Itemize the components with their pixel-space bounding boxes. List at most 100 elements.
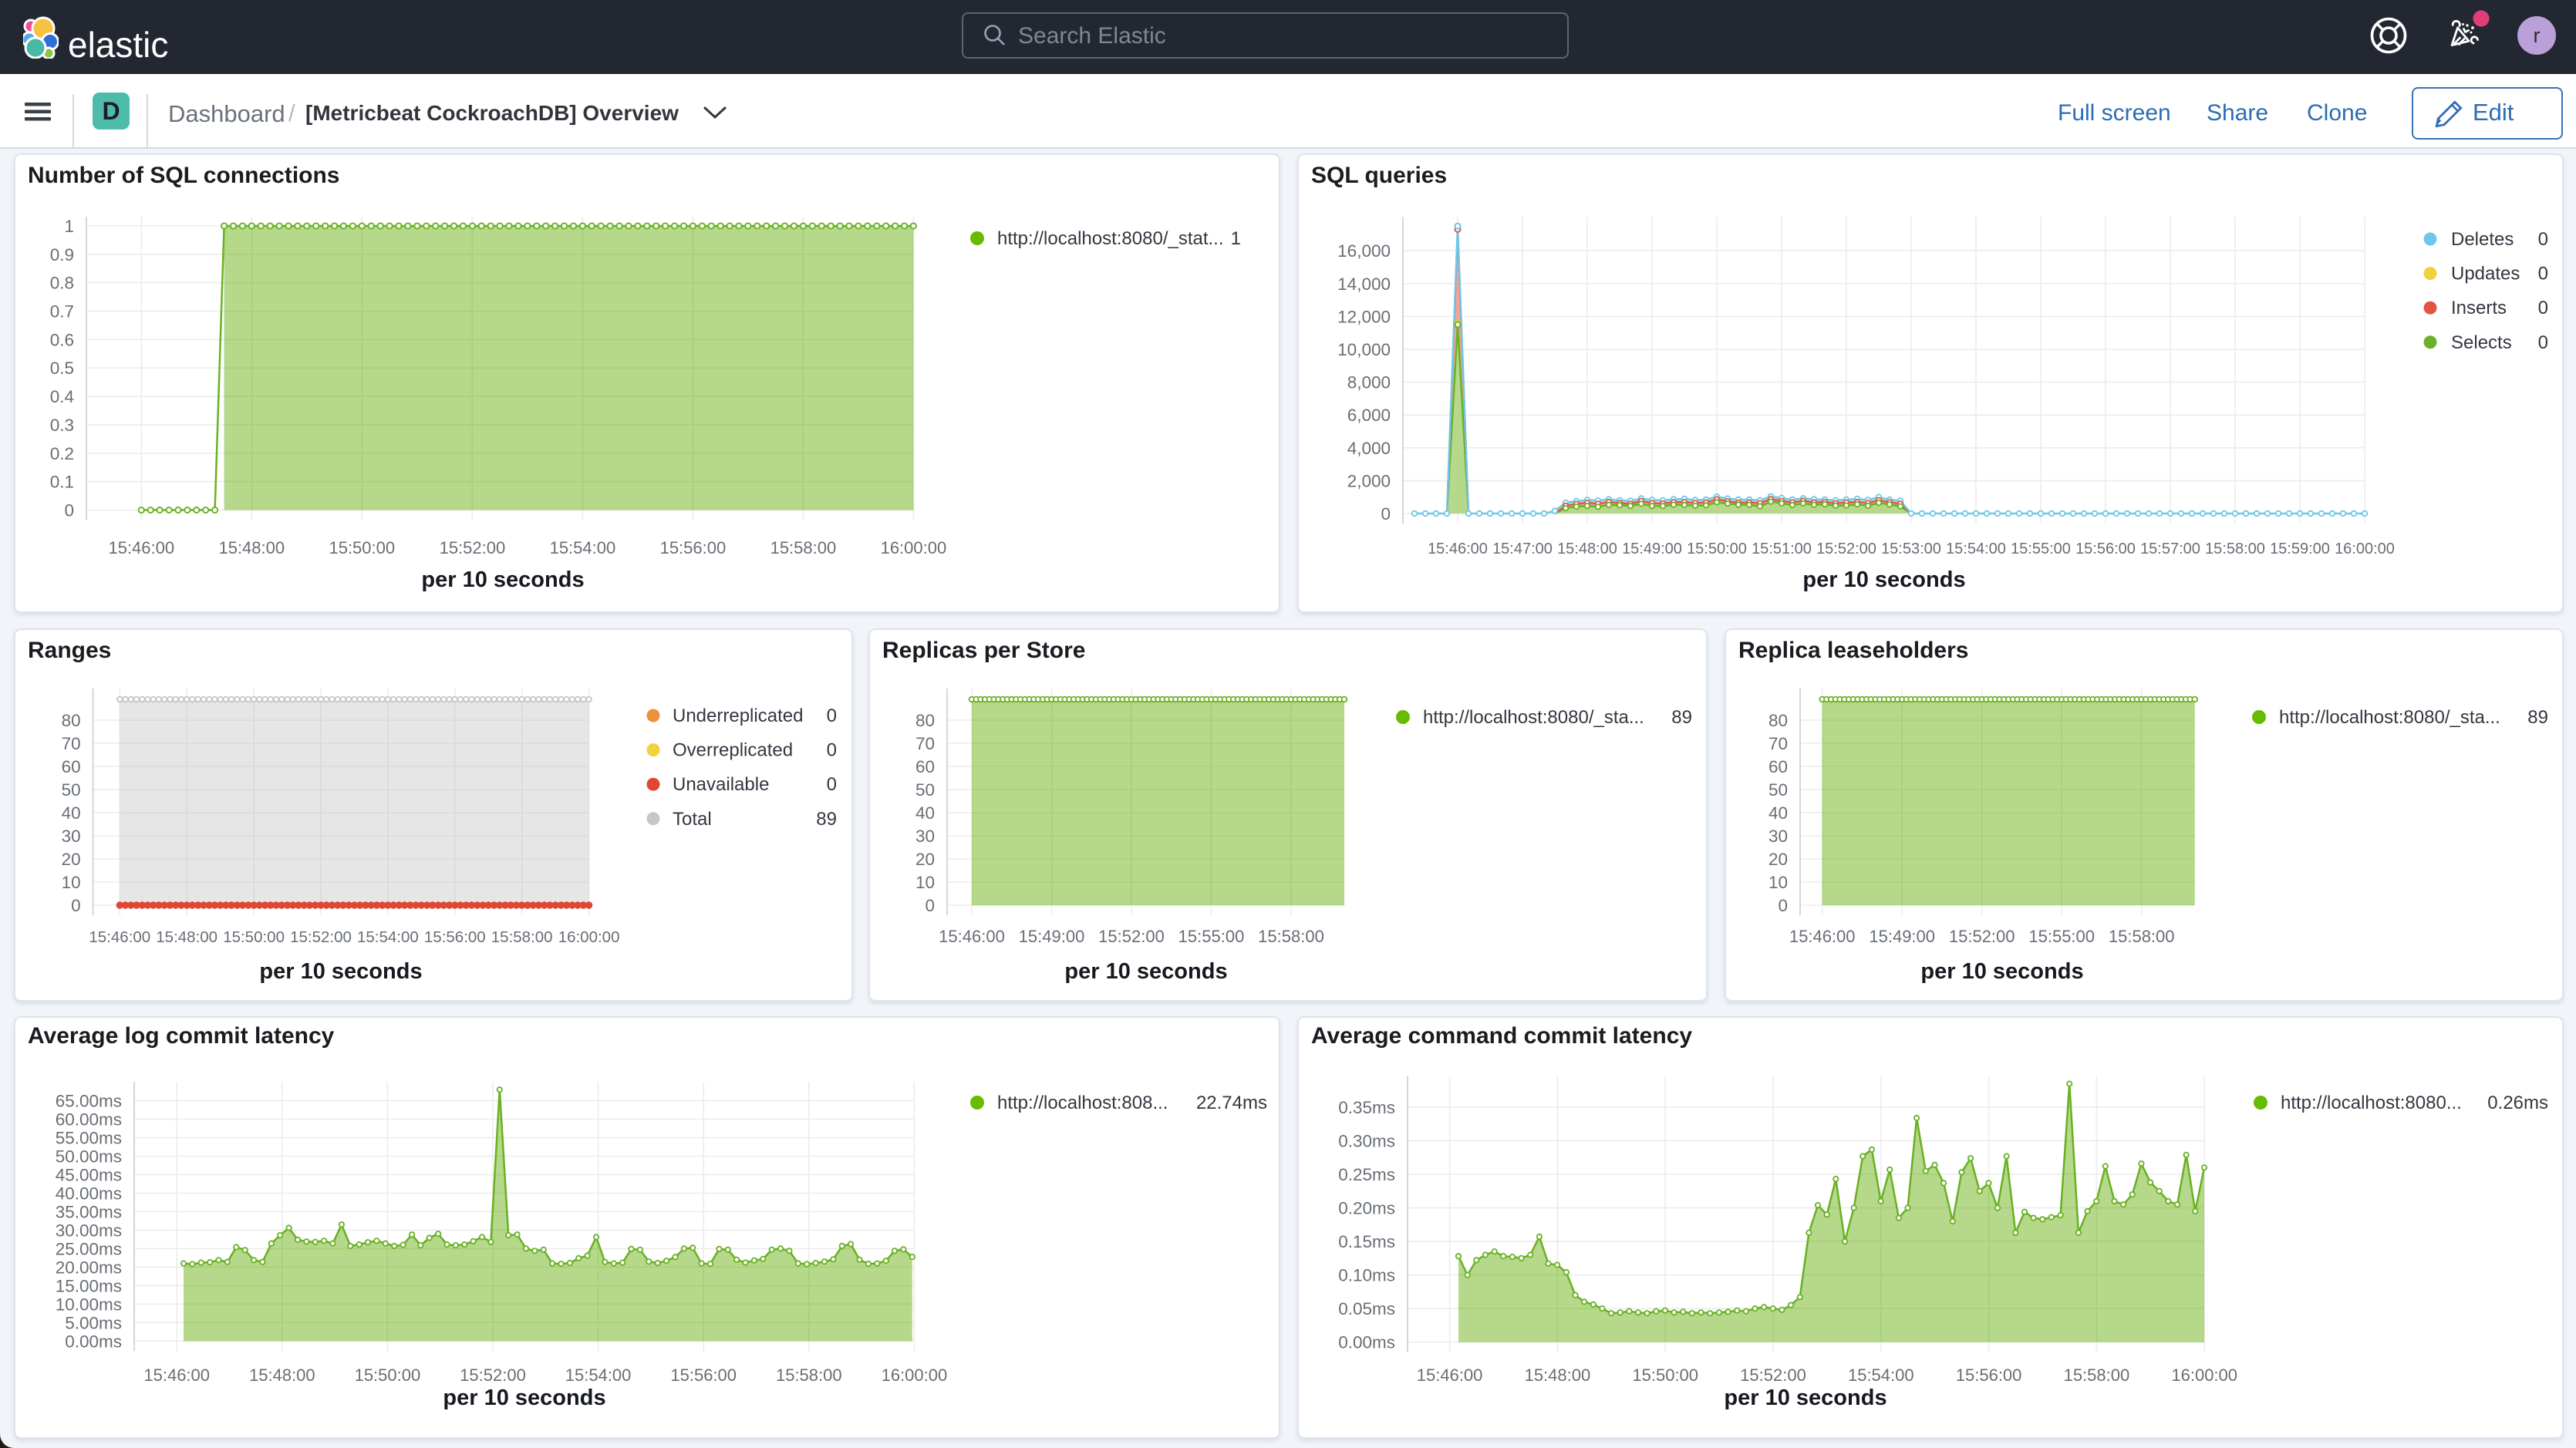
svg-text:70: 70: [915, 734, 935, 753]
svg-text:15:46:00: 15:46:00: [1789, 927, 1856, 946]
svg-text:Unavailable: Unavailable: [673, 774, 769, 795]
svg-text:4,000: 4,000: [1347, 439, 1391, 458]
svg-text:65.00ms: 65.00ms: [56, 1092, 122, 1111]
svg-text:15:50:00: 15:50:00: [355, 1365, 421, 1385]
svg-text:0.9: 0.9: [50, 245, 74, 264]
svg-text:15:46:00: 15:46:00: [108, 538, 174, 557]
svg-text:0.00ms: 0.00ms: [65, 1332, 122, 1351]
svg-text:15:46:00: 15:46:00: [143, 1365, 210, 1385]
svg-text:10,000: 10,000: [1337, 340, 1391, 359]
svg-text:1: 1: [1231, 228, 1241, 249]
svg-text:12,000: 12,000: [1337, 307, 1391, 326]
svg-text:0.30ms: 0.30ms: [1338, 1132, 1395, 1151]
svg-text:0.05ms: 0.05ms: [1338, 1299, 1395, 1318]
svg-text:0.20ms: 0.20ms: [1338, 1199, 1395, 1218]
svg-text:15:59:00: 15:59:00: [2270, 540, 2330, 557]
svg-text:60: 60: [62, 757, 81, 776]
svg-text:15:54:00: 15:54:00: [357, 928, 419, 946]
svg-text:0: 0: [71, 896, 81, 915]
svg-text:15:48:00: 15:48:00: [156, 928, 217, 946]
svg-text:Deletes: Deletes: [2451, 229, 2514, 250]
svg-text:0.3: 0.3: [50, 416, 74, 435]
svg-text:15:56:00: 15:56:00: [424, 928, 486, 946]
svg-text:80: 80: [915, 711, 935, 730]
svg-text:10: 10: [62, 873, 81, 892]
svg-text:10: 10: [1768, 873, 1788, 892]
svg-text:15:58:00: 15:58:00: [2205, 540, 2265, 557]
svg-text:30.00ms: 30.00ms: [56, 1221, 122, 1240]
svg-text:15:48:00: 15:48:00: [1525, 1365, 1591, 1385]
svg-text:http://localhost:8080/_sta...: http://localhost:8080/_sta...: [2279, 707, 2500, 728]
svg-text:http://localhost:8080...: http://localhost:8080...: [2281, 1093, 2462, 1113]
svg-text:Replicas per Store: Replicas per Store: [882, 638, 1085, 663]
svg-text:20: 20: [62, 850, 81, 869]
svg-text:22.74ms: 22.74ms: [1196, 1093, 1267, 1113]
svg-text:http://localhost:8080/_stat...: http://localhost:8080/_stat...: [997, 228, 1224, 249]
svg-text:SQL queries: SQL queries: [1311, 163, 1447, 188]
svg-text:15:49:00: 15:49:00: [1622, 540, 1682, 557]
svg-text:per 10 seconds: per 10 seconds: [1920, 959, 2083, 984]
svg-text:89: 89: [2527, 707, 2548, 728]
svg-text:60.00ms: 60.00ms: [56, 1110, 122, 1130]
svg-text:Selects: Selects: [2451, 332, 2512, 353]
svg-text:40: 40: [62, 803, 81, 823]
svg-text:0.5: 0.5: [50, 359, 74, 378]
svg-text:0: 0: [827, 774, 837, 795]
svg-text:15:55:00: 15:55:00: [2028, 927, 2095, 946]
svg-text:Average log commit latency: Average log commit latency: [28, 1023, 335, 1049]
svg-text:0: 0: [2538, 229, 2548, 250]
svg-text:0.6: 0.6: [50, 330, 74, 349]
svg-text:0.10ms: 0.10ms: [1338, 1266, 1395, 1285]
svg-text:per 10 seconds: per 10 seconds: [443, 1386, 605, 1410]
svg-text:2,000: 2,000: [1347, 471, 1391, 490]
svg-text:20.00ms: 20.00ms: [56, 1258, 122, 1277]
svg-text:Number of SQL connections: Number of SQL connections: [28, 163, 340, 188]
svg-text:15:49:00: 15:49:00: [1869, 927, 1935, 946]
svg-text:per 10 seconds: per 10 seconds: [1802, 567, 1965, 592]
svg-text:Replica leaseholders: Replica leaseholders: [1738, 638, 1968, 663]
svg-text:10.00ms: 10.00ms: [56, 1295, 122, 1314]
svg-text:per 10 seconds: per 10 seconds: [259, 959, 422, 984]
svg-text:0.35ms: 0.35ms: [1338, 1098, 1395, 1117]
svg-text:15:55:00: 15:55:00: [1178, 927, 1245, 946]
svg-text:15:46:00: 15:46:00: [1417, 1365, 1483, 1385]
svg-text:0.25ms: 0.25ms: [1338, 1165, 1395, 1184]
svg-text:89: 89: [816, 809, 837, 830]
svg-text:15:50:00: 15:50:00: [329, 538, 395, 557]
svg-text:15:56:00: 15:56:00: [2075, 540, 2136, 557]
svg-text:16:00:00: 16:00:00: [881, 538, 947, 557]
svg-text:15:49:00: 15:49:00: [1019, 927, 1085, 946]
svg-text:15:50:00: 15:50:00: [1632, 1365, 1698, 1385]
svg-text:25.00ms: 25.00ms: [56, 1239, 122, 1258]
svg-text:35.00ms: 35.00ms: [56, 1202, 122, 1221]
svg-text:16:00:00: 16:00:00: [2171, 1365, 2237, 1385]
svg-text:8,000: 8,000: [1347, 373, 1391, 392]
svg-text:10: 10: [915, 873, 935, 892]
svg-text:6,000: 6,000: [1347, 406, 1391, 425]
svg-text:per 10 seconds: per 10 seconds: [1064, 959, 1227, 984]
svg-text:15:52:00: 15:52:00: [440, 538, 506, 557]
svg-text:15:58:00: 15:58:00: [2064, 1365, 2130, 1385]
svg-text:20: 20: [1768, 850, 1788, 869]
svg-text:16:00:00: 16:00:00: [558, 928, 620, 946]
svg-text:Average command commit latency: Average command commit latency: [1311, 1023, 1692, 1049]
svg-text:0: 0: [1381, 504, 1391, 524]
svg-text:15:52:00: 15:52:00: [290, 928, 352, 946]
svg-text:60: 60: [1768, 757, 1788, 776]
svg-text:0: 0: [925, 896, 935, 915]
svg-text:30: 30: [1768, 827, 1788, 846]
svg-text:15:56:00: 15:56:00: [1956, 1365, 2022, 1385]
svg-text:per 10 seconds: per 10 seconds: [1724, 1386, 1886, 1410]
svg-text:15:50:00: 15:50:00: [223, 928, 285, 946]
svg-text:89: 89: [1671, 707, 1692, 728]
svg-text:30: 30: [915, 827, 935, 846]
svg-text:0.1: 0.1: [50, 473, 74, 492]
svg-text:15:58:00: 15:58:00: [1258, 927, 1324, 946]
svg-text:15:54:00: 15:54:00: [1848, 1365, 1914, 1385]
svg-text:0: 0: [827, 740, 837, 761]
svg-text:15:50:00: 15:50:00: [1687, 540, 1747, 557]
svg-text:0: 0: [827, 705, 837, 726]
svg-text:15:48:00: 15:48:00: [218, 538, 285, 557]
svg-text:15:55:00: 15:55:00: [2011, 540, 2071, 557]
svg-text:0: 0: [2538, 264, 2548, 285]
